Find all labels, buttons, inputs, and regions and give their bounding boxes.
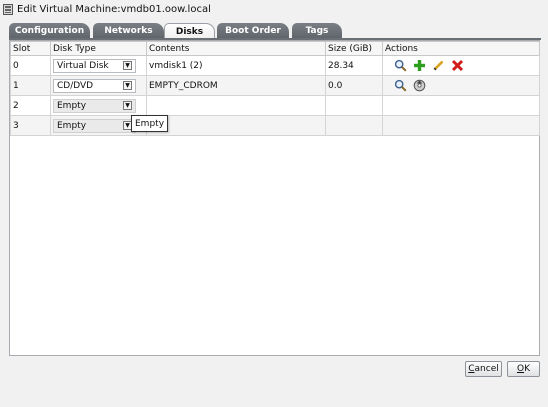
actions-cell [382,95,540,116]
disks-table: Slot Disk Type Contents Size (GiB) Actio… [10,41,540,136]
disk-type-select[interactable]: Empty ▼ [53,118,136,133]
ok-button[interactable]: OK [507,361,540,377]
disk-type-value: Empty [57,120,87,131]
window-title: Edit Virtual Machine:vmdb01.oow.local [17,4,211,15]
chevron-down-icon[interactable]: ▼ [123,81,132,90]
edit-icon[interactable] [432,59,445,72]
ok-mnemonic: O [517,364,525,374]
ok-label: K [524,364,530,374]
tab-disks[interactable]: Disks [164,23,215,39]
actions-cell [382,115,540,136]
contents-cell [146,115,326,136]
size-cell [325,95,383,116]
disk-type-cell: Virtual Disk ▼ [50,55,147,76]
disk-type-select[interactable]: Empty ▼ [53,98,136,113]
window-titlebar: Edit Virtual Machine:vmdb01.oow.local [0,0,548,20]
vm-edit-icon [3,4,13,15]
cancel-label: ancel [474,364,499,374]
tab-tags[interactable]: Tags [292,23,342,39]
disk-type-cell: CD/DVD ▼ [50,75,147,96]
disk-type-cell: Empty ▼ [50,95,147,116]
table-header-row: Slot Disk Type Contents Size (GiB) Actio… [10,41,540,56]
disk-type-value: Virtual Disk [57,60,109,71]
column-header-size: Size (GiB) [325,41,383,56]
tab-networks[interactable]: Networks [93,23,164,39]
disk-type-select[interactable]: Virtual Disk ▼ [53,58,136,73]
tab-bar: Configuration Networks Disks Boot Order … [9,23,541,39]
contents-cell [146,95,326,116]
actions-cell [382,55,540,76]
slot-cell: 2 [10,95,51,116]
disks-panel: Slot Disk Type Contents Size (GiB) Actio… [9,40,540,356]
table-row[interactable]: 2 Empty ▼ [10,95,540,116]
table-row[interactable]: 3 Empty ▼ [10,115,540,136]
size-cell: 0.0 [325,75,383,96]
column-header-actions: Actions [382,41,540,56]
search-icon[interactable] [394,59,407,72]
search-icon[interactable] [394,79,407,92]
eject-icon[interactable] [413,79,426,92]
column-header-slot: Slot [10,41,51,56]
table-row[interactable]: 1 CD/DVD ▼ EMPTY_CDROM 0.0 [10,75,540,96]
size-cell [325,115,383,136]
actions-cell [382,75,540,96]
contents-cell: vmdisk1 (2) [146,55,326,76]
tab-boot-order[interactable]: Boot Order [217,23,289,39]
contents-cell: EMPTY_CDROM [146,75,326,96]
disk-type-value: Empty [57,100,87,111]
column-header-disk-type: Disk Type [50,41,147,56]
size-cell: 28.34 [325,55,383,76]
delete-icon[interactable] [451,59,464,72]
chevron-down-icon[interactable]: ▼ [123,101,132,110]
tab-configuration[interactable]: Configuration [9,23,90,39]
table-row[interactable]: 0 Virtual Disk ▼ vmdisk1 (2) 28.34 [10,55,540,76]
cancel-button[interactable]: Cancel [465,361,502,377]
disk-type-value: CD/DVD [57,80,94,91]
column-header-contents: Contents [146,41,326,56]
slot-cell: 3 [10,115,51,136]
add-icon[interactable] [413,59,426,72]
slot-cell: 0 [10,55,51,76]
slot-cell: 1 [10,75,51,96]
disk-type-tooltip: Empty [131,115,169,132]
disk-type-select[interactable]: CD/DVD ▼ [53,78,136,93]
chevron-down-icon[interactable]: ▼ [123,61,132,70]
